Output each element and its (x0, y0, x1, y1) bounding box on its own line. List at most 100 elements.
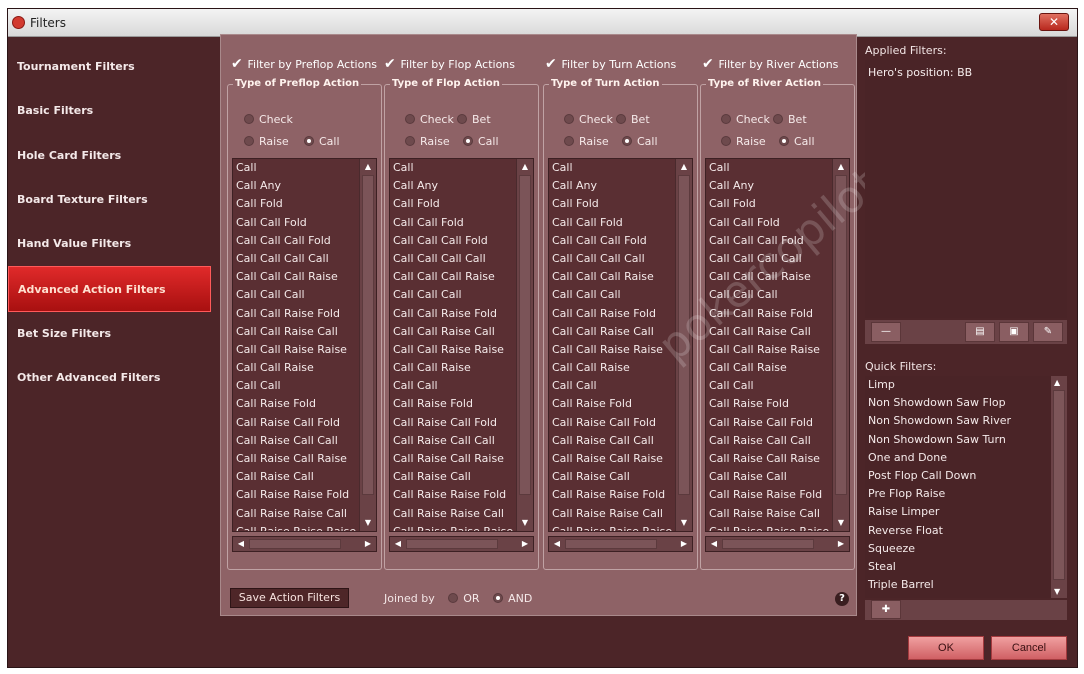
list-item[interactable]: Call Raise Raise Fold (390, 486, 517, 504)
list-item[interactable]: Call Raise Call Raise (549, 450, 676, 468)
list-item[interactable]: Call Raise Call Raise (390, 450, 517, 468)
preflop-action-list[interactable]: Call Call Any Call Fold Call Call Fold Call … (232, 158, 377, 532)
applied-filters-list[interactable]: Hero's position: BB (865, 60, 1067, 318)
scroll-thumb[interactable] (249, 539, 341, 549)
list-item[interactable]: Call (549, 159, 676, 177)
scroll-up-icon[interactable]: ▲ (1054, 378, 1060, 387)
sidebar-item-basic-filters[interactable]: Basic Filters (8, 88, 211, 134)
quick-filter-item[interactable]: Limp (865, 376, 1049, 394)
preflop-call-radio[interactable]: Call (304, 135, 340, 149)
list-item[interactable]: Call Raise Fold (706, 395, 833, 413)
sidebar-item-hand-value-filters[interactable]: Hand Value Filters (8, 221, 211, 267)
list-item[interactable]: Call Call Fold (390, 214, 517, 232)
list-item[interactable]: Call Call Raise Raise (390, 341, 517, 359)
list-item[interactable]: Call Any (390, 177, 517, 195)
list-item[interactable]: Call Call Call Raise (390, 268, 517, 286)
list-item[interactable]: Call Call (390, 377, 517, 395)
list-item[interactable]: Call Raise Call Raise (233, 450, 360, 468)
list-item[interactable]: Call Call Call Fold (549, 232, 676, 250)
turn-raise-radio[interactable]: Raise (564, 135, 609, 149)
quick-filter-item[interactable]: Steal (865, 558, 1049, 576)
flop-call-radio[interactable]: Call (463, 135, 499, 149)
list-item[interactable]: Call Call Raise (549, 359, 676, 377)
applied-filter-item[interactable]: Hero's position: BB (868, 66, 972, 79)
edit-filter-icon[interactable]: ✎ (1033, 322, 1063, 342)
turn-check-radio[interactable]: Check (564, 113, 613, 127)
horizontal-scrollbar[interactable]: ◀ ▶ (232, 536, 377, 552)
turn-call-radio[interactable]: Call (622, 135, 658, 149)
list-item[interactable]: Call Call Fold (549, 214, 676, 232)
flop-action-list[interactable]: Call Call Any Call Fold Call Call Fold Call … (389, 158, 534, 532)
list-item[interactable]: Call Raise Raise Call (390, 505, 517, 523)
list-item[interactable]: Call Raise Call Fold (706, 414, 833, 432)
vertical-scrollbar[interactable]: ▲ ▼ (359, 159, 376, 531)
flop-bet-radio[interactable]: Bet (457, 113, 491, 127)
list-item[interactable]: Call Raise Raise Raise (233, 523, 360, 531)
sidebar-item-bet-size-filters[interactable]: Bet Size Filters (8, 311, 211, 357)
flop-check-radio[interactable]: Check (405, 113, 454, 127)
list-item[interactable]: Call Raise Call (706, 468, 833, 486)
scroll-thumb[interactable] (722, 539, 814, 549)
quick-filter-item[interactable]: One and Done (865, 449, 1049, 467)
list-item[interactable]: Call Raise Call (390, 468, 517, 486)
load-filter-icon[interactable]: ▣ (999, 322, 1029, 342)
list-item[interactable]: Call Raise Raise Raise (706, 523, 833, 531)
filter-preflop-checkbox[interactable]: ✔ Filter by Preflop Actions (231, 56, 377, 72)
quick-filter-item[interactable]: Squeeze (865, 540, 1049, 558)
list-item[interactable]: Call Raise Raise Call (706, 505, 833, 523)
list-item[interactable]: Call Raise Call Call (706, 432, 833, 450)
list-item[interactable]: Call Raise Call Fold (233, 414, 360, 432)
list-item[interactable]: Call Raise Fold (233, 395, 360, 413)
list-item[interactable]: Call (390, 159, 517, 177)
list-item[interactable]: Call Any (549, 177, 676, 195)
list-item[interactable]: Call Call Fold (233, 214, 360, 232)
cancel-button[interactable]: Cancel (991, 636, 1067, 660)
scroll-right-icon[interactable]: ▶ (519, 538, 531, 550)
list-item[interactable]: Call Call Call (390, 286, 517, 304)
scroll-up-icon[interactable]: ▲ (678, 161, 690, 173)
scroll-thumb[interactable] (362, 175, 374, 495)
ok-button[interactable]: OK (908, 636, 984, 660)
list-item[interactable]: Call Raise Raise Raise (549, 523, 676, 531)
list-item[interactable]: Call Raise Call Call (549, 432, 676, 450)
list-item[interactable]: Call Call Call Call (233, 250, 360, 268)
list-item[interactable]: Call (706, 159, 833, 177)
list-item[interactable]: Call Call (706, 377, 833, 395)
quick-filter-item[interactable]: Non Showdown Saw River (865, 412, 1049, 430)
list-item[interactable]: Call Raise Call (233, 468, 360, 486)
quick-filters-list[interactable]: Limp Non Showdown Saw Flop Non Showdown Sa… (865, 376, 1067, 598)
list-item[interactable]: Call Raise Call Call (390, 432, 517, 450)
scroll-down-icon[interactable]: ▼ (1054, 587, 1060, 596)
list-item[interactable]: Call Call Raise Raise (233, 341, 360, 359)
remove-filter-icon[interactable]: — (871, 322, 901, 342)
quick-filter-item[interactable]: Non Showdown Saw Flop (865, 394, 1049, 412)
list-item[interactable]: Call Raise Call Call (233, 432, 360, 450)
list-item[interactable]: Call Call Call Call (549, 250, 676, 268)
list-item[interactable]: Call Call Call Fold (390, 232, 517, 250)
filter-river-checkbox[interactable]: ✔ Filter by River Actions (702, 56, 838, 72)
scroll-left-icon[interactable]: ◀ (708, 538, 720, 550)
list-item[interactable]: Call Fold (549, 195, 676, 213)
list-item[interactable]: Call Call Call (549, 286, 676, 304)
list-item[interactable]: Call Call (233, 377, 360, 395)
river-raise-radio[interactable]: Raise (721, 135, 766, 149)
flop-raise-radio[interactable]: Raise (405, 135, 450, 149)
sidebar-item-board-texture-filters[interactable]: Board Texture Filters (8, 177, 211, 223)
save-filter-icon[interactable]: ▤ (965, 322, 995, 342)
sidebar-item-other-advanced-filters[interactable]: Other Advanced Filters (8, 355, 211, 401)
river-bet-radio[interactable]: Bet (773, 113, 807, 127)
list-item[interactable]: Call Raise Raise Fold (706, 486, 833, 504)
list-item[interactable]: Call Raise Fold (549, 395, 676, 413)
preflop-check-radio[interactable]: Check (244, 113, 293, 127)
list-item[interactable]: Call Call Raise Fold (549, 305, 676, 323)
scroll-left-icon[interactable]: ◀ (235, 538, 247, 550)
filter-turn-checkbox[interactable]: ✔ Filter by Turn Actions (545, 56, 676, 72)
sidebar-item-tournament-filters[interactable]: Tournament Filters (8, 44, 211, 90)
list-item[interactable]: Call Call Raise (706, 359, 833, 377)
joined-or-radio[interactable]: OR (448, 592, 480, 605)
scroll-up-icon[interactable]: ▲ (519, 161, 531, 173)
list-item[interactable]: Call Raise Raise Fold (233, 486, 360, 504)
help-icon[interactable]: ? (835, 592, 849, 606)
list-item[interactable]: Call Raise Call (549, 468, 676, 486)
scroll-thumb[interactable] (406, 539, 498, 549)
